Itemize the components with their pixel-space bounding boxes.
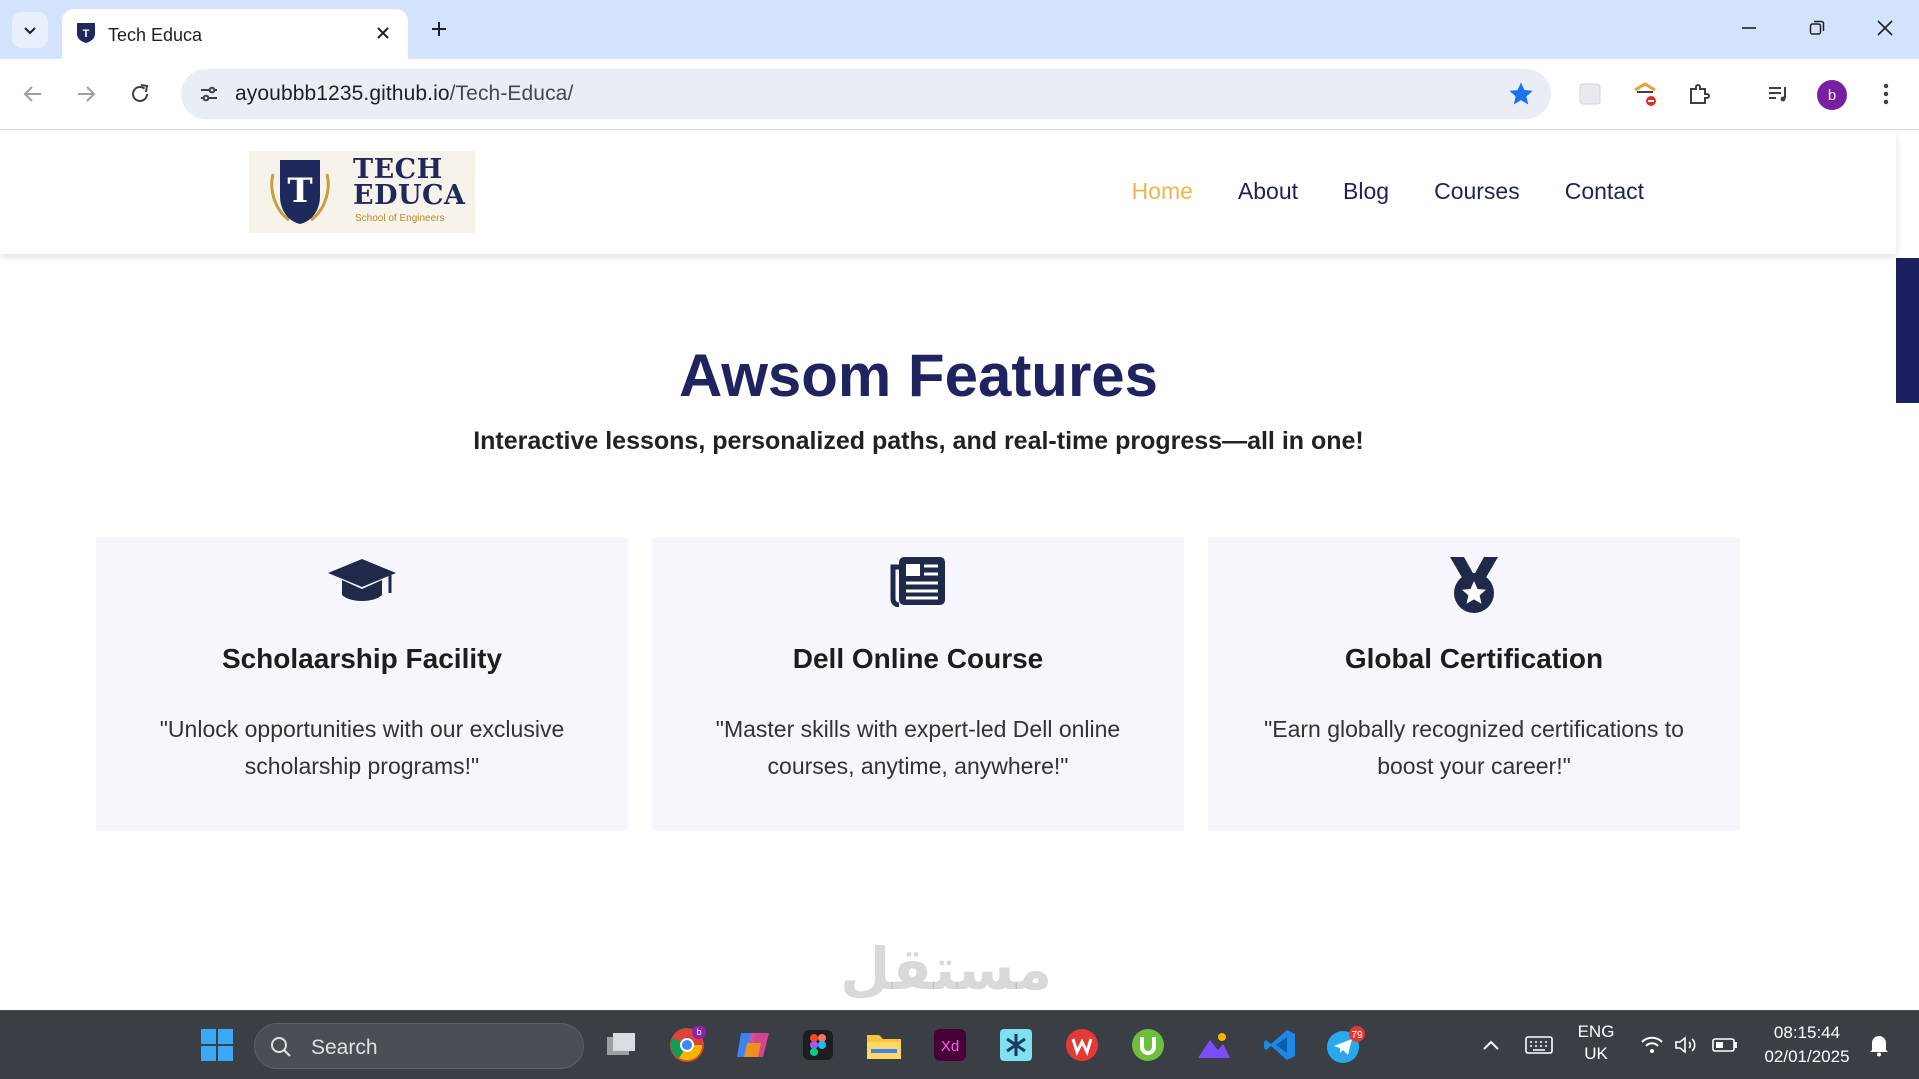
utorrent-icon[interactable] <box>1127 1024 1169 1066</box>
card-title: Global Certification <box>1344 643 1604 674</box>
nav-contact[interactable]: Contact <box>1565 178 1644 205</box>
clock-date: 02/01/2025 <box>1764 1047 1850 1066</box>
start-button[interactable] <box>196 1024 238 1066</box>
restore-icon <box>1809 20 1825 35</box>
chevron-down-icon <box>24 27 36 35</box>
chrome-icon[interactable]: b <box>666 1024 708 1066</box>
extensions-puzzle-icon[interactable] <box>1681 76 1717 112</box>
task-view-icon[interactable] <box>600 1024 642 1066</box>
media-control-icon[interactable] <box>1760 76 1796 112</box>
windows-taskbar: Search b Xd 79 ENG UK 08:15:44 02/01/202… <box>0 1010 1919 1079</box>
browser-menu-icon[interactable] <box>1868 76 1904 112</box>
clock[interactable]: 08:15:44 02/01/2025 <box>1752 1023 1862 1067</box>
feature-card-certification: Global Certification "Earn globally reco… <box>1208 537 1740 831</box>
new-tab-button[interactable] <box>424 14 454 44</box>
copilot-icon[interactable] <box>732 1024 774 1066</box>
chrome-profile-badge: b <box>696 1027 701 1037</box>
file-explorer-icon[interactable] <box>863 1024 905 1066</box>
nav-courses[interactable]: Courses <box>1434 178 1520 205</box>
svg-text:Xd: Xd <box>941 1038 959 1055</box>
battery-icon[interactable] <box>1704 1024 1746 1066</box>
site-favicon-icon: T <box>77 23 95 43</box>
telegram-icon[interactable]: 79 <box>1325 1024 1367 1066</box>
address-bar[interactable]: ayoubbb1235.github.io/Tech-Educa/ <box>181 69 1551 119</box>
features-title: Awsom Features <box>678 342 1159 409</box>
wps-office-icon[interactable] <box>1061 1024 1103 1066</box>
url-text[interactable]: ayoubbb1235.github.io/Tech-Educa/ <box>235 82 573 106</box>
active-tab[interactable]: T Tech Educa <box>62 9 408 59</box>
graduation-cap-icon <box>328 559 396 601</box>
url-path: /Tech-Educa/ <box>449 82 574 105</box>
windows-logo-icon <box>201 1029 233 1061</box>
minimize-icon <box>1742 27 1756 29</box>
page-scrollbar-thumb[interactable] <box>1896 258 1919 403</box>
medal-icon <box>1450 557 1498 613</box>
feature-card-scholarship: Scholaarship Facility "Unlock opportunit… <box>96 537 628 831</box>
language-indicator[interactable]: ENG UK <box>1568 1022 1624 1064</box>
back-button[interactable] <box>15 76 51 112</box>
photos-icon[interactable] <box>1193 1024 1235 1066</box>
profile-avatar[interactable]: b <box>1817 80 1847 110</box>
bookmark-star-icon[interactable] <box>1507 80 1535 108</box>
site-header: T TECH EDUCA School of Engineers Home Ab… <box>0 131 1896 254</box>
language-code: ENG <box>1577 1022 1615 1041</box>
tab-search-button[interactable] <box>12 12 48 48</box>
minimize-button[interactable] <box>1722 8 1776 48</box>
web-page: T TECH EDUCA School of Engineers Home Ab… <box>0 131 1919 1010</box>
perplexity-icon[interactable] <box>995 1024 1037 1066</box>
browser-toolbar: ayoubbb1235.github.io/Tech-Educa/ b <box>0 59 1919 130</box>
search-placeholder: Search <box>311 1036 378 1059</box>
reload-button[interactable] <box>122 76 158 112</box>
figma-icon[interactable] <box>797 1024 839 1066</box>
features-subtitle: Interactive lessons, personalized paths,… <box>473 427 1364 455</box>
search-icon <box>271 1037 291 1057</box>
extension-blank-icon[interactable] <box>1572 76 1608 112</box>
taskbar-search[interactable]: Search <box>254 1023 584 1069</box>
card-text: "Master skills with expert-led Dell onli… <box>715 716 1121 779</box>
forward-button[interactable] <box>68 76 104 112</box>
region-code: UK <box>1584 1044 1608 1063</box>
close-icon <box>1877 20 1893 36</box>
vscode-icon[interactable] <box>1259 1024 1301 1066</box>
logo-word-educa: EDUCA <box>353 180 466 211</box>
svg-text:T: T <box>83 28 90 40</box>
card-text: "Unlock opportunities with our exclusive… <box>159 716 565 779</box>
restore-button[interactable] <box>1790 8 1844 48</box>
card-title: Scholaarship Facility <box>221 643 503 674</box>
browser-tab-strip: T Tech Educa <box>0 0 1919 59</box>
arrow-right-icon <box>78 86 96 102</box>
clock-time: 08:15:44 <box>1773 1023 1841 1042</box>
newspaper-icon <box>890 557 945 607</box>
site-info-icon[interactable] <box>193 78 225 110</box>
logo-shield-icon: T <box>270 160 330 224</box>
reload-icon <box>132 84 149 102</box>
close-tab-icon[interactable] <box>372 22 394 44</box>
logo-tagline: School of Engineers <box>355 213 445 224</box>
tab-title: Tech Educa <box>108 25 203 45</box>
card-text: "Earn globally recognized certifications… <box>1264 716 1684 779</box>
nav-home[interactable]: Home <box>1132 178 1193 205</box>
nav-about[interactable]: About <box>1238 178 1298 205</box>
nav-blog[interactable]: Blog <box>1343 178 1389 205</box>
arrow-left-icon <box>23 86 41 102</box>
adobe-xd-icon[interactable]: Xd <box>929 1024 971 1066</box>
plus-icon <box>432 22 446 36</box>
close-window-button[interactable] <box>1858 8 1912 48</box>
feature-card-online-course: Dell Online Course "Master skills with e… <box>652 537 1184 831</box>
main-nav: Home About Blog Courses Contact <box>1132 178 1644 205</box>
notification-bell-icon[interactable] <box>1858 1024 1900 1066</box>
card-title: Dell Online Course <box>792 643 1044 674</box>
watermark-logo: مستقل <box>840 935 1053 1003</box>
telegram-unread-badge: 79 <box>1351 1030 1363 1041</box>
url-host: ayoubbb1235.github.io <box>235 82 450 105</box>
site-logo[interactable]: T TECH EDUCA School of Engineers <box>249 151 475 233</box>
keyboard-icon[interactable] <box>1518 1024 1560 1066</box>
extension-blocked-icon[interactable] <box>1627 76 1663 112</box>
volume-icon[interactable] <box>1665 1024 1707 1066</box>
logo-letter: T <box>287 171 312 211</box>
tray-overflow-chevron-icon[interactable] <box>1470 1024 1512 1066</box>
